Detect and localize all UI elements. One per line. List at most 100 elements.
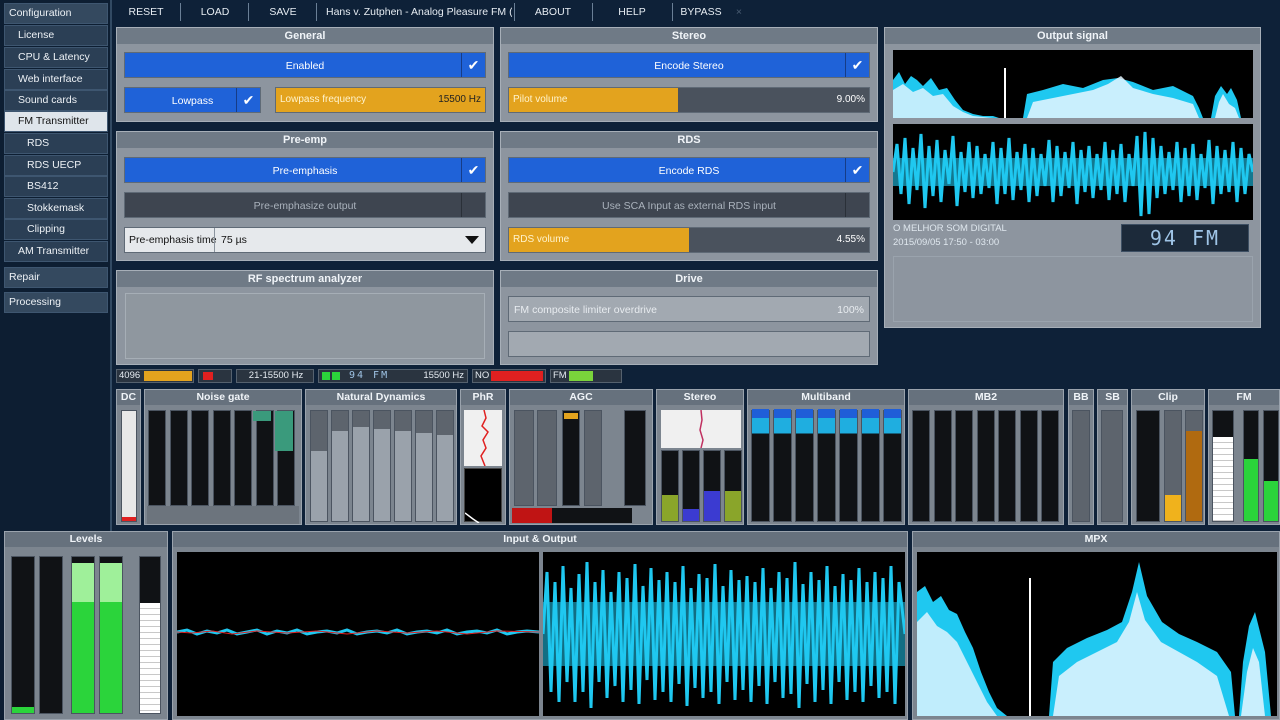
help-button[interactable]: HELP: [610, 0, 654, 24]
station-display: 94 FM: [1121, 224, 1249, 252]
sb-panel: SB: [1097, 389, 1128, 525]
level-meter-out-r: [99, 556, 123, 714]
mb2-title: MB2: [909, 390, 1063, 405]
status-frequency: 15500 Hz: [423, 370, 464, 381]
check-icon: ✔: [461, 53, 485, 77]
fm-meter-1: [1212, 410, 1234, 522]
phr-title: PhR: [461, 390, 505, 405]
rf-spectrum-title: RF spectrum analyzer: [117, 271, 493, 287]
status-buffer-value: 4096: [119, 370, 141, 381]
natural-dynamics-meter-7: [436, 410, 454, 522]
natural-dynamics-meter-4: [373, 410, 391, 522]
general-title: General: [117, 28, 493, 44]
sidebar-item-bs412[interactable]: BS412: [4, 176, 108, 197]
drive-panel: Drive FM composite limiter overdrive 100…: [500, 270, 878, 365]
preemphasize-output-toggle[interactable]: Pre-emphasize output: [124, 192, 486, 218]
preemp-title: Pre-emp: [117, 132, 493, 148]
noise-gate-meter-6: [255, 410, 274, 506]
stereo-meter-3: [703, 450, 721, 522]
lowpass-frequency-label: Lowpass frequency: [280, 94, 367, 105]
multiband-meter-4: [817, 409, 836, 522]
stereo-meter-2: [682, 450, 700, 522]
chevron-down-icon[interactable]: [465, 236, 479, 244]
bb-panel: BB: [1068, 389, 1094, 525]
lowpass-toggle[interactable]: Lowpass ✔: [124, 87, 261, 113]
agc-meter-5: [624, 410, 646, 506]
rds-display: O MELHOR SOM DIGITAL 2015/09/05 17:50 - …: [893, 222, 1113, 252]
mb2-meter-2: [933, 410, 952, 522]
stereo-meter-title: Stereo: [657, 390, 743, 405]
output-spectrum: [893, 50, 1253, 118]
preemphasis-time-select[interactable]: Pre-emphasis time 75 µs: [124, 227, 486, 253]
encode-rds-toggle[interactable]: Encode RDS ✔: [508, 157, 870, 183]
sidebar-item-cpu-latency[interactable]: CPU & Latency: [4, 47, 108, 68]
clip-meter-2: [1164, 410, 1182, 522]
sidebar-item-fm-transmitter[interactable]: FM Transmitter: [4, 111, 108, 132]
encode-stereo-toggle[interactable]: Encode Stereo ✔: [508, 52, 870, 78]
status-buffer: 4096: [116, 369, 194, 383]
enabled-label: Enabled: [285, 60, 325, 72]
rds-volume-slider[interactable]: RDS volume 4.55%: [508, 227, 870, 253]
sidebar-item-repair[interactable]: Repair: [4, 267, 108, 288]
limiter-overdrive-slider[interactable]: FM composite limiter overdrive 100%: [508, 296, 870, 322]
about-button[interactable]: ABOUT: [526, 0, 580, 24]
rds-panel: RDS Encode RDS ✔ Use SCA Input as extern…: [500, 131, 878, 261]
enabled-toggle[interactable]: Enabled ✔: [124, 52, 486, 78]
sidebar-item-sound-cards[interactable]: Sound cards: [4, 90, 108, 111]
stereo-meter-1: [661, 450, 679, 522]
stereo-phase-graph: [661, 409, 741, 449]
level-meter-in-l: [11, 556, 35, 714]
preemphasis-time-label: Pre-emphasis time: [129, 234, 217, 246]
top-toolbar: RESET LOAD SAVE Hans v. Zutphen - Analog…: [114, 0, 1280, 24]
status-no-label: NO: [475, 370, 490, 381]
rds-text: O MELHOR SOM DIGITAL: [893, 223, 1007, 234]
sidebar-item-web-interface[interactable]: Web interface: [4, 69, 108, 90]
sidebar-item-license[interactable]: License: [4, 25, 108, 46]
sca-input-toggle[interactable]: Use SCA Input as external RDS input: [508, 192, 870, 218]
clip-panel: Clip: [1131, 389, 1205, 525]
sidebar-item-rds[interactable]: RDS: [4, 133, 108, 154]
sidebar-item-configuration[interactable]: Configuration: [4, 3, 108, 24]
output-signal-panel: Output signal O MELHOR SOM DIGITAL 2015/…: [884, 27, 1261, 328]
sidebar-item-clipping[interactable]: Clipping: [4, 219, 108, 240]
multiband-meter-5: [839, 409, 858, 522]
sidebar-item-am-transmitter[interactable]: AM Transmitter: [4, 241, 108, 262]
noise-gate-meter-1: [148, 410, 166, 506]
agc-meter-4: [584, 410, 602, 506]
reset-button[interactable]: RESET: [120, 0, 172, 24]
save-button[interactable]: SAVE: [258, 0, 308, 24]
bypass-button[interactable]: BYPASS: [680, 0, 722, 24]
preemphasis-toggle[interactable]: Pre-emphasis ✔: [124, 157, 486, 183]
close-icon[interactable]: ×: [732, 0, 746, 24]
stereo-meter-panel: Stereo: [656, 389, 744, 525]
noise-gate-level-1: [253, 411, 271, 421]
rds-title: RDS: [501, 132, 877, 148]
bb-title: BB: [1069, 390, 1093, 405]
sidebar-item-stokkemask[interactable]: Stokkemask: [4, 198, 108, 219]
preset-name[interactable]: Hans v. Zutphen - Analog Pleasure FM (: [326, 0, 512, 24]
level-meter-in-r: [39, 556, 63, 714]
multiband-meter-6: [861, 409, 880, 522]
clip-meter-1: [1136, 410, 1160, 522]
levels-panel: Levels: [4, 531, 168, 720]
sidebar-item-rds-uecp[interactable]: RDS UECP: [4, 155, 108, 176]
status-bandwidth: 21-15500 Hz: [236, 369, 314, 383]
status-no: NO: [472, 369, 546, 383]
sidebar-item-processing[interactable]: Processing: [4, 292, 108, 313]
drive-title: Drive: [501, 271, 877, 287]
load-button[interactable]: LOAD: [190, 0, 240, 24]
rf-spectrum-panel: RF spectrum analyzer: [116, 270, 494, 365]
natural-dynamics-meter-1: [310, 410, 328, 522]
bb-meter: [1072, 410, 1090, 522]
mb2-meter-1: [912, 410, 930, 522]
fm-meter-title: FM: [1209, 390, 1279, 405]
pilot-volume-label: Pilot volume: [513, 94, 568, 105]
clip-title: Clip: [1132, 390, 1204, 405]
check-icon: ✔: [845, 53, 869, 77]
phr-panel: PhR: [460, 389, 506, 525]
mpx-spectrum: [917, 552, 1277, 716]
noise-gate-title: Noise gate: [145, 390, 301, 405]
pilot-volume-slider[interactable]: Pilot volume 9.00%: [508, 87, 870, 113]
agc-meter-2: [537, 410, 557, 506]
lowpass-frequency-slider[interactable]: Lowpass frequency 15500 Hz: [275, 87, 486, 113]
